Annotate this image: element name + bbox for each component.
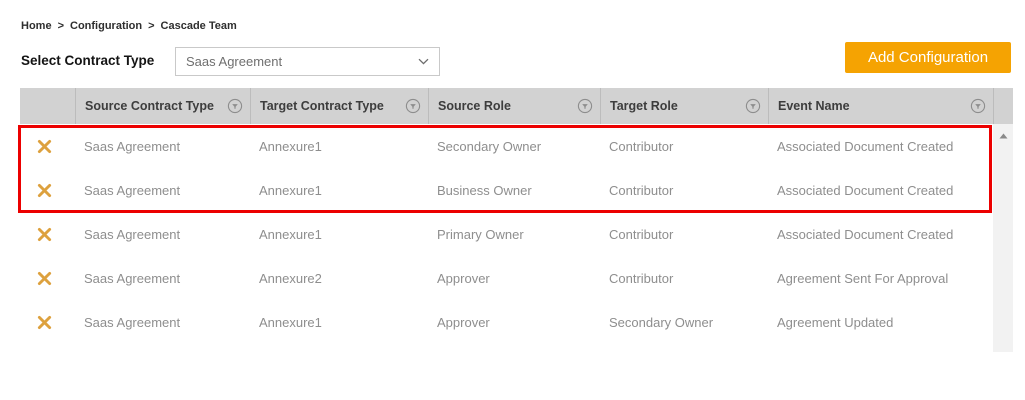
filter-icon[interactable] — [577, 98, 593, 114]
breadcrumb-separator: > — [148, 20, 154, 32]
cell-source-contract-type: Saas Agreement — [75, 271, 250, 286]
scrollbar-track[interactable] — [993, 124, 1013, 352]
delete-row-button[interactable] — [20, 183, 75, 198]
x-delete-icon — [37, 315, 52, 330]
delete-row-button[interactable] — [20, 271, 75, 286]
cell-event-name: Associated Document Created — [768, 139, 993, 154]
filter-icon[interactable] — [405, 98, 421, 114]
table-body: Saas Agreement Annexure1 Secondary Owner… — [20, 124, 993, 344]
header-cell-source-role[interactable]: Source Role — [428, 88, 600, 124]
breadcrumb-item-configuration[interactable]: Configuration — [70, 20, 142, 32]
chevron-down-icon — [418, 58, 429, 65]
cell-target-role: Contributor — [600, 183, 768, 198]
header-label: Target Contract Type — [260, 99, 384, 113]
configuration-table: Source Contract Type Target Contract Typ… — [20, 88, 1013, 352]
filter-icon[interactable] — [970, 98, 986, 114]
cell-target-contract-type: Annexure2 — [250, 271, 428, 286]
cell-target-role: Contributor — [600, 227, 768, 242]
cell-source-role: Approver — [428, 315, 600, 330]
x-delete-icon — [37, 271, 52, 286]
breadcrumb-separator: > — [58, 20, 64, 32]
header-cell-event-name[interactable]: Event Name — [768, 88, 993, 124]
x-delete-icon — [37, 183, 52, 198]
filter-icon[interactable] — [227, 98, 243, 114]
cell-target-role: Contributor — [600, 139, 768, 154]
cell-source-contract-type: Saas Agreement — [75, 227, 250, 242]
delete-row-button[interactable] — [20, 139, 75, 154]
add-configuration-button[interactable]: Add Configuration — [845, 42, 1011, 73]
cell-source-role: Business Owner — [428, 183, 600, 198]
table-header-row: Source Contract Type Target Contract Typ… — [20, 88, 993, 124]
cell-source-role: Primary Owner — [428, 227, 600, 242]
header-cell-target-contract-type[interactable]: Target Contract Type — [250, 88, 428, 124]
cell-target-contract-type: Annexure1 — [250, 227, 428, 242]
header-label: Event Name — [778, 99, 850, 113]
cell-target-contract-type: Annexure1 — [250, 183, 428, 198]
scrollbar-header-cap — [993, 88, 1013, 124]
cell-event-name: Associated Document Created — [768, 183, 993, 198]
header-cell-actions — [20, 88, 75, 124]
up-arrow-icon[interactable] — [999, 133, 1008, 139]
cell-source-contract-type: Saas Agreement — [75, 139, 250, 154]
breadcrumb-item-cascade-team[interactable]: Cascade Team — [161, 20, 237, 32]
header-label: Target Role — [610, 99, 678, 113]
cell-source-role: Approver — [428, 271, 600, 286]
cell-source-contract-type: Saas Agreement — [75, 183, 250, 198]
cell-target-role: Secondary Owner — [600, 315, 768, 330]
cell-event-name: Agreement Sent For Approval — [768, 271, 993, 286]
cell-event-name: Associated Document Created — [768, 227, 993, 242]
table-row: Saas Agreement Annexure1 Approver Second… — [20, 300, 993, 344]
table-row: Saas Agreement Annexure1 Secondary Owner… — [20, 124, 993, 168]
breadcrumb: Home > Configuration > Cascade Team — [21, 20, 237, 32]
header-label: Source Role — [438, 99, 511, 113]
delete-row-button[interactable] — [20, 315, 75, 330]
cell-source-role: Secondary Owner — [428, 139, 600, 154]
contract-type-dropdown[interactable]: Saas Agreement — [175, 47, 440, 76]
table-row: Saas Agreement Annexure1 Business Owner … — [20, 168, 993, 212]
header-label: Source Contract Type — [85, 99, 214, 113]
x-delete-icon — [37, 227, 52, 242]
x-delete-icon — [37, 139, 52, 154]
contract-type-label: Select Contract Type — [21, 53, 154, 68]
cell-target-role: Contributor — [600, 271, 768, 286]
header-cell-target-role[interactable]: Target Role — [600, 88, 768, 124]
page: Home > Configuration > Cascade Team Sele… — [0, 0, 1025, 400]
table-row: Saas Agreement Annexure2 Approver Contri… — [20, 256, 993, 300]
cell-source-contract-type: Saas Agreement — [75, 315, 250, 330]
header-cell-source-contract-type[interactable]: Source Contract Type — [75, 88, 250, 124]
vertical-scrollbar[interactable] — [993, 88, 1013, 352]
breadcrumb-item-home[interactable]: Home — [21, 20, 52, 32]
cell-target-contract-type: Annexure1 — [250, 315, 428, 330]
contract-type-selected-value: Saas Agreement — [186, 54, 282, 69]
cell-event-name: Agreement Updated — [768, 315, 993, 330]
filter-icon[interactable] — [745, 98, 761, 114]
table-row: Saas Agreement Annexure1 Primary Owner C… — [20, 212, 993, 256]
delete-row-button[interactable] — [20, 227, 75, 242]
cell-target-contract-type: Annexure1 — [250, 139, 428, 154]
